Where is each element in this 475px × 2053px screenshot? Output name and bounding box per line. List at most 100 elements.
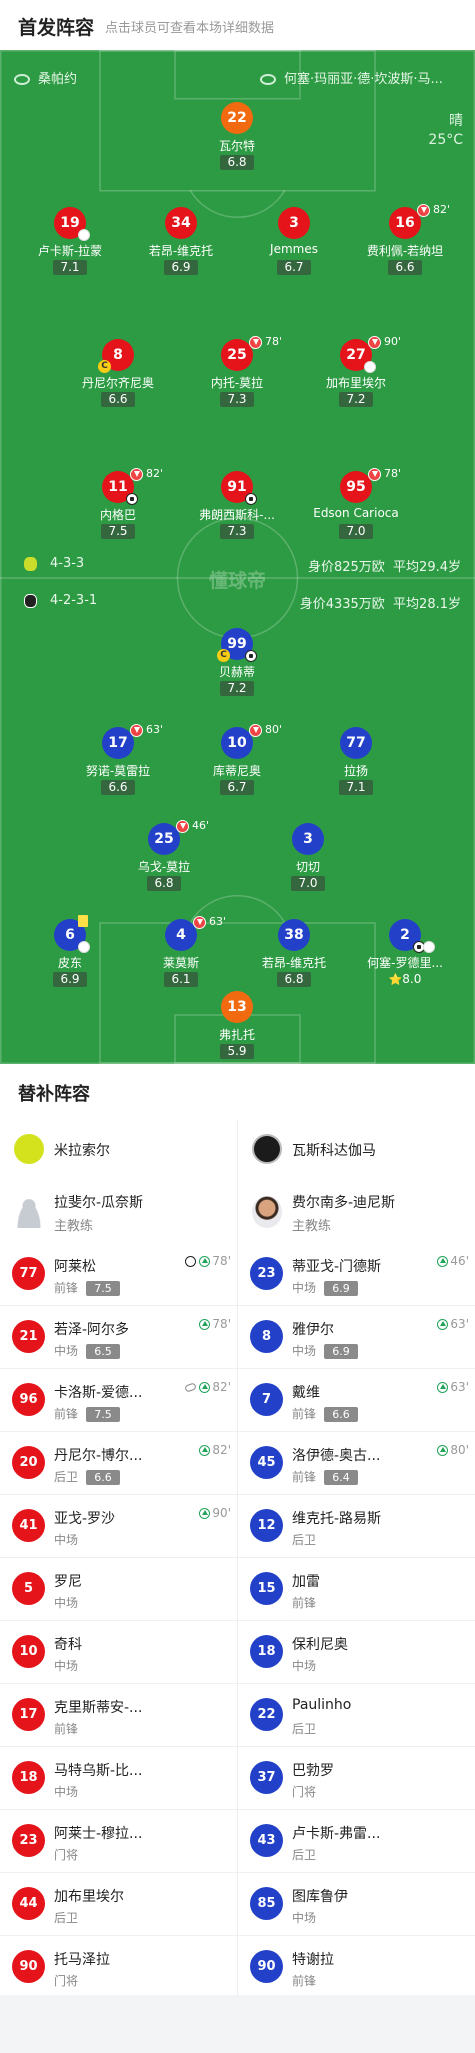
row-divider	[238, 1809, 475, 1810]
player-position: 中场	[292, 1657, 316, 1674]
row-divider	[0, 1431, 237, 1432]
jersey-number: 43	[250, 1824, 283, 1857]
home-bench-row[interactable]: 41 亚戈-罗沙 中场 90'	[0, 1496, 237, 1558]
sub-in-marker: 78'	[199, 1317, 231, 1331]
home-bench-row[interactable]: 10 奇科 中场	[0, 1622, 237, 1684]
sub-minute: 90'	[212, 1506, 231, 1520]
star-icon: ⭐	[388, 973, 403, 986]
position-label: 前锋	[54, 1407, 79, 1421]
home-bench-row[interactable]: 96 卡洛斯-爱德... 前锋 7.5 82'	[0, 1370, 237, 1432]
home-squad-stats: 身价825万欧 平均29.4岁	[308, 556, 461, 575]
jersey-number: 7	[250, 1383, 283, 1416]
away-bench-row[interactable]: 45 洛伊德-奥古... 前锋 6.4 80'	[238, 1433, 475, 1495]
goal-ball-icon	[126, 493, 138, 505]
player-rating: 6.6	[86, 1470, 121, 1485]
player-position: 后卫 6.6	[54, 1468, 121, 1485]
player-name: 巴勃罗	[292, 1763, 334, 1779]
sub-minute: 63'	[209, 915, 227, 928]
away-logo-icon	[24, 594, 37, 608]
away-bench-row[interactable]: 85 图库鲁伊 中场	[238, 1874, 475, 1936]
row-divider	[238, 1431, 475, 1432]
row-divider	[238, 1620, 475, 1621]
sub-minute: 90'	[384, 335, 402, 348]
away-bench-row[interactable]: 22 Paulinho 后卫	[238, 1685, 475, 1747]
player-name: 加布里埃尔	[325, 376, 386, 390]
home-bench-row[interactable]: 17 克里斯蒂安-... 前锋	[0, 1685, 237, 1747]
sub-out-marker: 78'	[249, 335, 282, 349]
away-bench-row[interactable]: 8 雅伊尔 中场 6.9 63'	[238, 1307, 475, 1369]
home-bench-row[interactable]: 18 马特乌斯-比... 中场	[0, 1748, 237, 1810]
player-name: 维克托-路易斯	[292, 1511, 382, 1527]
sub-in-icon	[437, 1382, 449, 1393]
position-label: 后卫	[54, 1470, 79, 1484]
jersey-number: 45	[250, 1446, 283, 1479]
position-label: 中场	[292, 1281, 317, 1295]
weather-label: 晴	[449, 113, 463, 129]
jersey-number: 90	[250, 1950, 283, 1983]
home-bench-row[interactable]: 20 丹尼尔-博尔... 后卫 6.6 82'	[0, 1433, 237, 1495]
player-rating: 7.1	[53, 260, 87, 275]
sub-out-icon	[368, 335, 381, 349]
player-name: 丹尼尔-博尔...	[54, 1448, 143, 1464]
away-bench-team[interactable]: 瓦斯科达伽马	[238, 1120, 475, 1182]
player-rating: 5.9	[220, 1044, 254, 1059]
player-name: 阿莱松	[54, 1259, 96, 1275]
player-name: 特谢拉	[292, 1952, 334, 1968]
home-bench-row[interactable]: 21 若泽-阿尔多 中场 6.5 78'	[0, 1307, 237, 1369]
row-divider	[0, 1872, 237, 1873]
player-position: 中场	[54, 1783, 78, 1800]
sub-minute: 78'	[265, 335, 283, 348]
row-divider	[238, 1746, 475, 1747]
player-rating: 7.0	[291, 876, 325, 891]
player-position: 门将	[54, 1846, 78, 1863]
away-bench-row[interactable]: 12 维克托-路易斯 后卫	[238, 1496, 475, 1558]
jersey-number: 22	[250, 1698, 283, 1731]
player-position: 后卫	[54, 1909, 78, 1926]
player-position: 中场 6.9	[292, 1279, 359, 1296]
away-bench-row[interactable]: 7 戴维 前锋 6.6 63'	[238, 1370, 475, 1432]
away-coach-role: 主教练	[292, 1219, 332, 1234]
jersey-number: 38	[278, 919, 310, 951]
away-bench-row[interactable]: 18 保利尼奥 中场	[238, 1622, 475, 1684]
home-bench-row[interactable]: 44 加布里埃尔 后卫	[0, 1874, 237, 1936]
sub-minute: 78'	[384, 467, 402, 480]
away-club-logo	[252, 1134, 282, 1164]
away-bench-row[interactable]: 23 蒂亚戈-门德斯 中场 6.9 46'	[238, 1244, 475, 1306]
sub-out-marker: 82'	[130, 467, 163, 481]
home-bench-row[interactable]: 77 阿莱松 前锋 7.5 78'	[0, 1244, 237, 1306]
home-team-name: 桑帕约	[38, 72, 78, 87]
away-coach[interactable]: 费尔南多-迪尼斯 主教练	[238, 1182, 475, 1244]
away-bench-row[interactable]: 43 卢卡斯-弗雷... 后卫	[238, 1811, 475, 1873]
pitch: 桑帕约 何塞·玛丽亚·德·坎波斯·马... 晴 25°C 懂球帝 4-3-3 身…	[0, 50, 475, 1064]
player-name: 戴维	[292, 1385, 320, 1401]
sub-in-marker: 82'	[184, 1380, 231, 1394]
lineup-title: 首发阵容	[18, 17, 95, 39]
home-bench-row[interactable]: 5 罗尼 中场	[0, 1559, 237, 1621]
sub-in-icon	[199, 1319, 211, 1330]
row-divider	[0, 1935, 237, 1936]
row-divider	[0, 1809, 237, 1810]
sub-in-icon	[199, 1382, 211, 1393]
row-divider	[238, 1368, 475, 1369]
player-rating: 6.7	[277, 260, 311, 275]
home-team-label: 桑帕约	[14, 68, 77, 87]
position-label: 中场	[54, 1344, 79, 1358]
jersey-number: 21	[12, 1320, 45, 1353]
home-bench-row[interactable]: 90 托马泽拉 门将	[0, 1937, 237, 1999]
home-value: 身价825万欧	[307, 560, 385, 575]
home-bench-row[interactable]: 23 阿莱士-穆拉... 门将	[0, 1811, 237, 1873]
player-name: 加雷	[292, 1574, 320, 1590]
home-coach[interactable]: 拉斐尔-瓜奈斯 主教练	[0, 1182, 237, 1244]
home-bench-team[interactable]: 米拉索尔	[0, 1120, 237, 1182]
jersey-number: 13	[221, 991, 253, 1023]
jersey-number: 22	[221, 102, 253, 134]
sub-minute: 80'	[265, 723, 283, 736]
jersey-number: 18	[12, 1761, 45, 1794]
row-divider	[0, 1557, 237, 1558]
away-bench-row[interactable]: 15 加雷 前锋	[238, 1559, 475, 1621]
jersey-number: 15	[250, 1572, 283, 1605]
player-rating: 7.0	[339, 524, 373, 539]
away-bench-row[interactable]: 37 巴勃罗 门将	[238, 1748, 475, 1810]
away-bench-row[interactable]: 90 特谢拉 前锋	[238, 1937, 475, 1999]
jersey-number: 23	[12, 1824, 45, 1857]
